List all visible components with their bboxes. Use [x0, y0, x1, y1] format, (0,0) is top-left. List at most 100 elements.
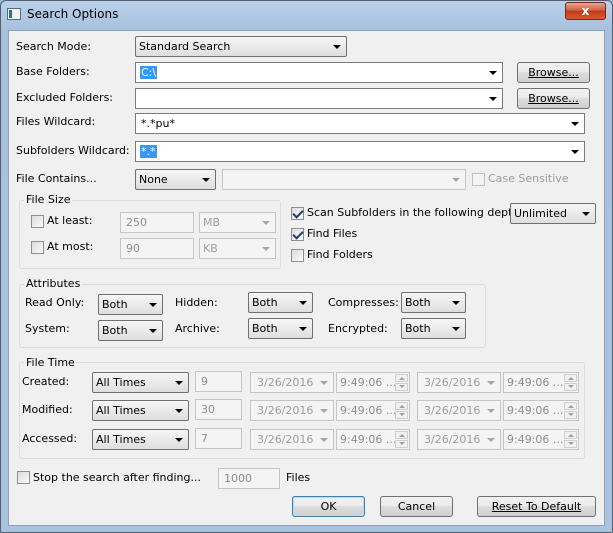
- scan-subfolders-label: Scan Subfolders in the following depth:: [307, 206, 524, 219]
- chevron-down-icon: [489, 97, 497, 101]
- spin-buttons-icon[interactable]: [564, 402, 577, 419]
- chevron-down-icon: [333, 45, 341, 49]
- chevron-down-icon: [320, 438, 328, 442]
- file-contains-mode-dropdown[interactable]: None: [135, 169, 216, 190]
- at-least-unit-dropdown[interactable]: MB: [199, 212, 276, 233]
- find-files-checkbox[interactable]: [291, 228, 304, 241]
- at-most-value-input[interactable]: 90: [120, 238, 194, 259]
- scan-subfolders-checkbox[interactable]: [291, 207, 304, 220]
- close-button[interactable]: x: [565, 2, 606, 20]
- archive-label: Archive:: [175, 322, 220, 335]
- accessed-label: Accessed:: [22, 432, 78, 445]
- created-number-input[interactable]: 9: [195, 371, 242, 392]
- chevron-down-icon: [149, 303, 157, 307]
- spin-buttons-icon[interactable]: [395, 374, 408, 391]
- accessed-date-to[interactable]: 3/26/2016: [417, 429, 501, 450]
- spin-buttons-icon[interactable]: [395, 402, 408, 419]
- excluded-folders-combo[interactable]: [135, 88, 503, 109]
- subfolders-wildcard-combo[interactable]: *.*: [135, 141, 585, 162]
- at-most-label: At most:: [47, 240, 94, 253]
- chevron-down-icon: [175, 409, 183, 413]
- base-folders-browse-button[interactable]: Browse...: [517, 62, 590, 83]
- accessed-date-from[interactable]: 3/26/2016: [250, 429, 334, 450]
- accessed-mode-dropdown[interactable]: All Times: [92, 429, 189, 450]
- modified-time-to[interactable]: 9:49:06 ...: [503, 400, 579, 421]
- spin-buttons-icon[interactable]: [395, 431, 408, 448]
- base-folders-label: Base Folders:: [16, 65, 90, 78]
- at-least-label: At least:: [47, 214, 93, 227]
- find-folders-checkbox[interactable]: [291, 249, 304, 262]
- window-title: Search Options: [27, 7, 119, 21]
- scan-depth-value: Unlimited: [514, 207, 567, 220]
- excluded-folders-browse-button[interactable]: Browse...: [517, 88, 590, 109]
- files-wildcard-value: *.*pu*: [141, 117, 175, 130]
- chevron-down-icon: [452, 178, 460, 182]
- chevron-down-icon: [299, 301, 307, 305]
- stop-search-count-input[interactable]: 1000: [218, 468, 280, 489]
- search-mode-label: Search Mode:: [16, 40, 91, 53]
- archive-dropdown[interactable]: Both: [248, 318, 313, 339]
- spin-buttons-icon[interactable]: [564, 431, 577, 448]
- created-date-from[interactable]: 3/26/2016: [250, 372, 334, 393]
- title-bar: Search Options x: [1, 1, 612, 29]
- modified-time-from[interactable]: 9:49:06 ...: [336, 400, 410, 421]
- created-mode-dropdown[interactable]: All Times: [92, 372, 189, 393]
- modified-label: Modified:: [22, 403, 73, 416]
- read-only-dropdown[interactable]: Both: [98, 294, 163, 315]
- accessed-time-from[interactable]: 9:49:06 ...: [336, 429, 410, 450]
- subfolders-wildcard-value: *.*: [140, 145, 157, 158]
- modified-date-from[interactable]: 3/26/2016: [250, 400, 334, 421]
- file-contains-text-combo[interactable]: [222, 169, 466, 190]
- file-contains-label: File Contains...: [16, 172, 97, 185]
- chevron-down-icon: [571, 150, 579, 154]
- modified-number-input[interactable]: 30: [195, 399, 242, 420]
- scan-depth-dropdown[interactable]: Unlimited: [510, 203, 596, 224]
- chevron-down-icon: [320, 409, 328, 413]
- chevron-down-icon: [149, 329, 157, 333]
- accessed-number-input[interactable]: 7: [195, 428, 242, 449]
- system-dropdown[interactable]: Both: [98, 320, 163, 341]
- stop-search-checkbox[interactable]: [17, 471, 30, 484]
- search-mode-dropdown[interactable]: Standard Search: [135, 36, 347, 57]
- at-most-checkbox[interactable]: [31, 241, 44, 254]
- files-wildcard-combo[interactable]: *.*pu*: [135, 113, 585, 134]
- chevron-down-icon: [571, 122, 579, 126]
- created-time-to[interactable]: 9:49:06 ...: [503, 372, 579, 393]
- base-folders-combo[interactable]: C:\: [135, 62, 503, 83]
- stop-search-label: Stop the search after finding...: [33, 471, 201, 484]
- case-sensitive-label: Case Sensitive: [488, 172, 569, 185]
- created-date-to[interactable]: 3/26/2016: [417, 372, 501, 393]
- file-contains-mode-value: None: [139, 173, 168, 186]
- find-folders-label: Find Folders: [307, 248, 373, 261]
- created-label: Created:: [22, 375, 70, 388]
- attributes-title: Attributes: [24, 277, 83, 290]
- app-icon: [7, 8, 21, 20]
- cancel-button[interactable]: Cancel: [380, 496, 453, 517]
- chevron-down-icon: [175, 381, 183, 385]
- hidden-dropdown[interactable]: Both: [248, 292, 313, 313]
- encrypted-dropdown[interactable]: Both: [401, 318, 466, 339]
- base-folders-value: C:\: [140, 66, 158, 79]
- at-most-unit-dropdown[interactable]: KB: [199, 238, 276, 259]
- spin-buttons-icon[interactable]: [564, 374, 577, 391]
- files-wildcard-label: Files Wildcard:: [16, 115, 96, 128]
- modified-mode-dropdown[interactable]: All Times: [92, 400, 189, 421]
- find-files-label: Find Files: [307, 227, 358, 240]
- reset-to-default-button[interactable]: Reset To Default: [477, 496, 596, 517]
- file-size-title: File Size: [24, 193, 73, 206]
- modified-date-to[interactable]: 3/26/2016: [417, 400, 501, 421]
- compresses-dropdown[interactable]: Both: [401, 292, 466, 313]
- created-time-from[interactable]: 9:49:06 ...: [336, 372, 410, 393]
- chevron-down-icon: [299, 327, 307, 331]
- chevron-down-icon: [202, 178, 210, 182]
- chevron-down-icon: [452, 301, 460, 305]
- ok-button[interactable]: OK: [292, 496, 365, 517]
- compresses-label: Compresses:: [328, 296, 399, 309]
- chevron-down-icon: [487, 438, 495, 442]
- at-least-checkbox[interactable]: [31, 215, 44, 228]
- case-sensitive-checkbox[interactable]: [472, 173, 485, 186]
- accessed-time-to[interactable]: 9:49:06 ...: [503, 429, 579, 450]
- stop-search-files-label: Files: [286, 471, 311, 484]
- chevron-down-icon: [175, 438, 183, 442]
- at-least-value-input[interactable]: 250: [120, 212, 194, 233]
